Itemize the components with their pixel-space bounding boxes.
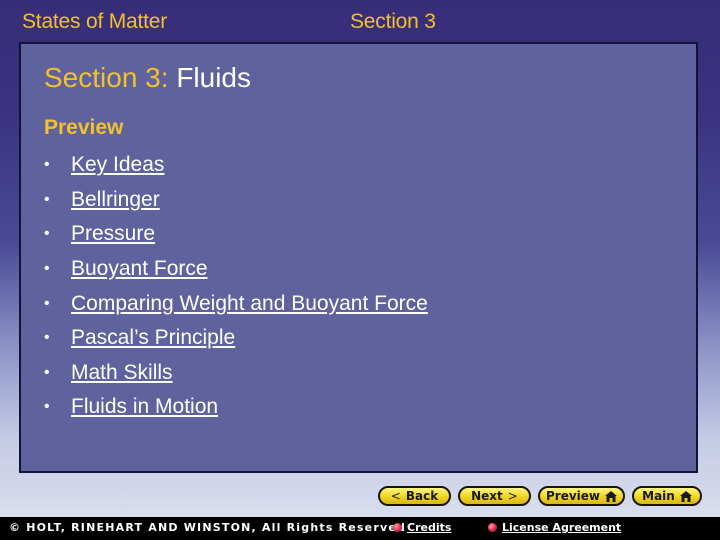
bullet-icon: • [44,329,50,347]
preview-link-list: • Key Ideas • Bellringer • Pressure • Buoyan… [44,148,428,425]
bullet-icon: • [44,398,50,416]
bullet-icon: • [44,156,50,174]
copyright-text: © HOLT, RINEHART AND WINSTON, All Rights… [9,521,407,534]
list-item: • Bellringer [44,183,428,218]
next-button[interactable]: Next > [458,486,531,506]
preview-button[interactable]: Preview [538,486,625,506]
header-section-label: Section 3 [350,10,436,33]
link-bellringer[interactable]: Bellringer [71,188,160,212]
bullet-icon: • [44,225,50,243]
link-pressure[interactable]: Pressure [71,222,155,246]
list-item: • Fluids in Motion [44,390,428,425]
credits-link[interactable]: Credits [393,521,451,534]
preview-heading: Preview [44,116,124,139]
link-comparing-weight[interactable]: Comparing Weight and Buoyant Force [71,292,428,316]
bullet-dot-icon [488,523,497,532]
bullet-icon: • [44,260,50,278]
back-button-label: Back [405,489,439,503]
main-button[interactable]: Main [632,486,702,506]
header-chapter-title: States of Matter [22,10,168,33]
list-item: • Pascal’s Principle [44,321,428,356]
main-button-label: Main [642,489,675,503]
preview-button-label: Preview [545,489,600,503]
bullet-dot-icon [393,523,402,532]
chevron-right-icon: > [507,489,518,503]
list-item: • Buoyant Force [44,252,428,287]
bullet-icon: • [44,294,50,312]
title-main: Fluids [176,62,252,93]
link-pascals-principle[interactable]: Pascal’s Principle [71,326,235,350]
chevron-left-icon: < [390,489,401,503]
link-key-ideas[interactable]: Key Ideas [71,153,164,177]
license-label: License Agreement [502,521,622,534]
list-item: • Math Skills [44,356,428,391]
page-title: Section 3: Fluids [44,62,251,94]
home-icon [605,490,617,502]
link-buoyant-force[interactable]: Buoyant Force [71,257,208,281]
list-item: • Key Ideas [44,148,428,183]
license-agreement-link[interactable]: License Agreement [488,521,621,534]
list-item: • Comparing Weight and Buoyant Force [44,286,428,321]
credits-label: Credits [407,521,452,534]
bullet-icon: • [44,363,50,381]
bullet-icon: • [44,190,50,208]
content-panel: Section 3: Fluids Preview • Key Ideas • Be… [19,42,698,473]
home-icon [679,490,692,502]
next-button-label: Next [471,489,503,503]
link-fluids-in-motion[interactable]: Fluids in Motion [71,395,218,419]
list-item: • Pressure [44,217,428,252]
link-math-skills[interactable]: Math Skills [71,361,173,385]
footer-bar: © HOLT, RINEHART AND WINSTON, All Rights… [0,517,720,540]
title-prefix: Section 3: [44,62,169,93]
back-button[interactable]: < Back [378,486,451,506]
